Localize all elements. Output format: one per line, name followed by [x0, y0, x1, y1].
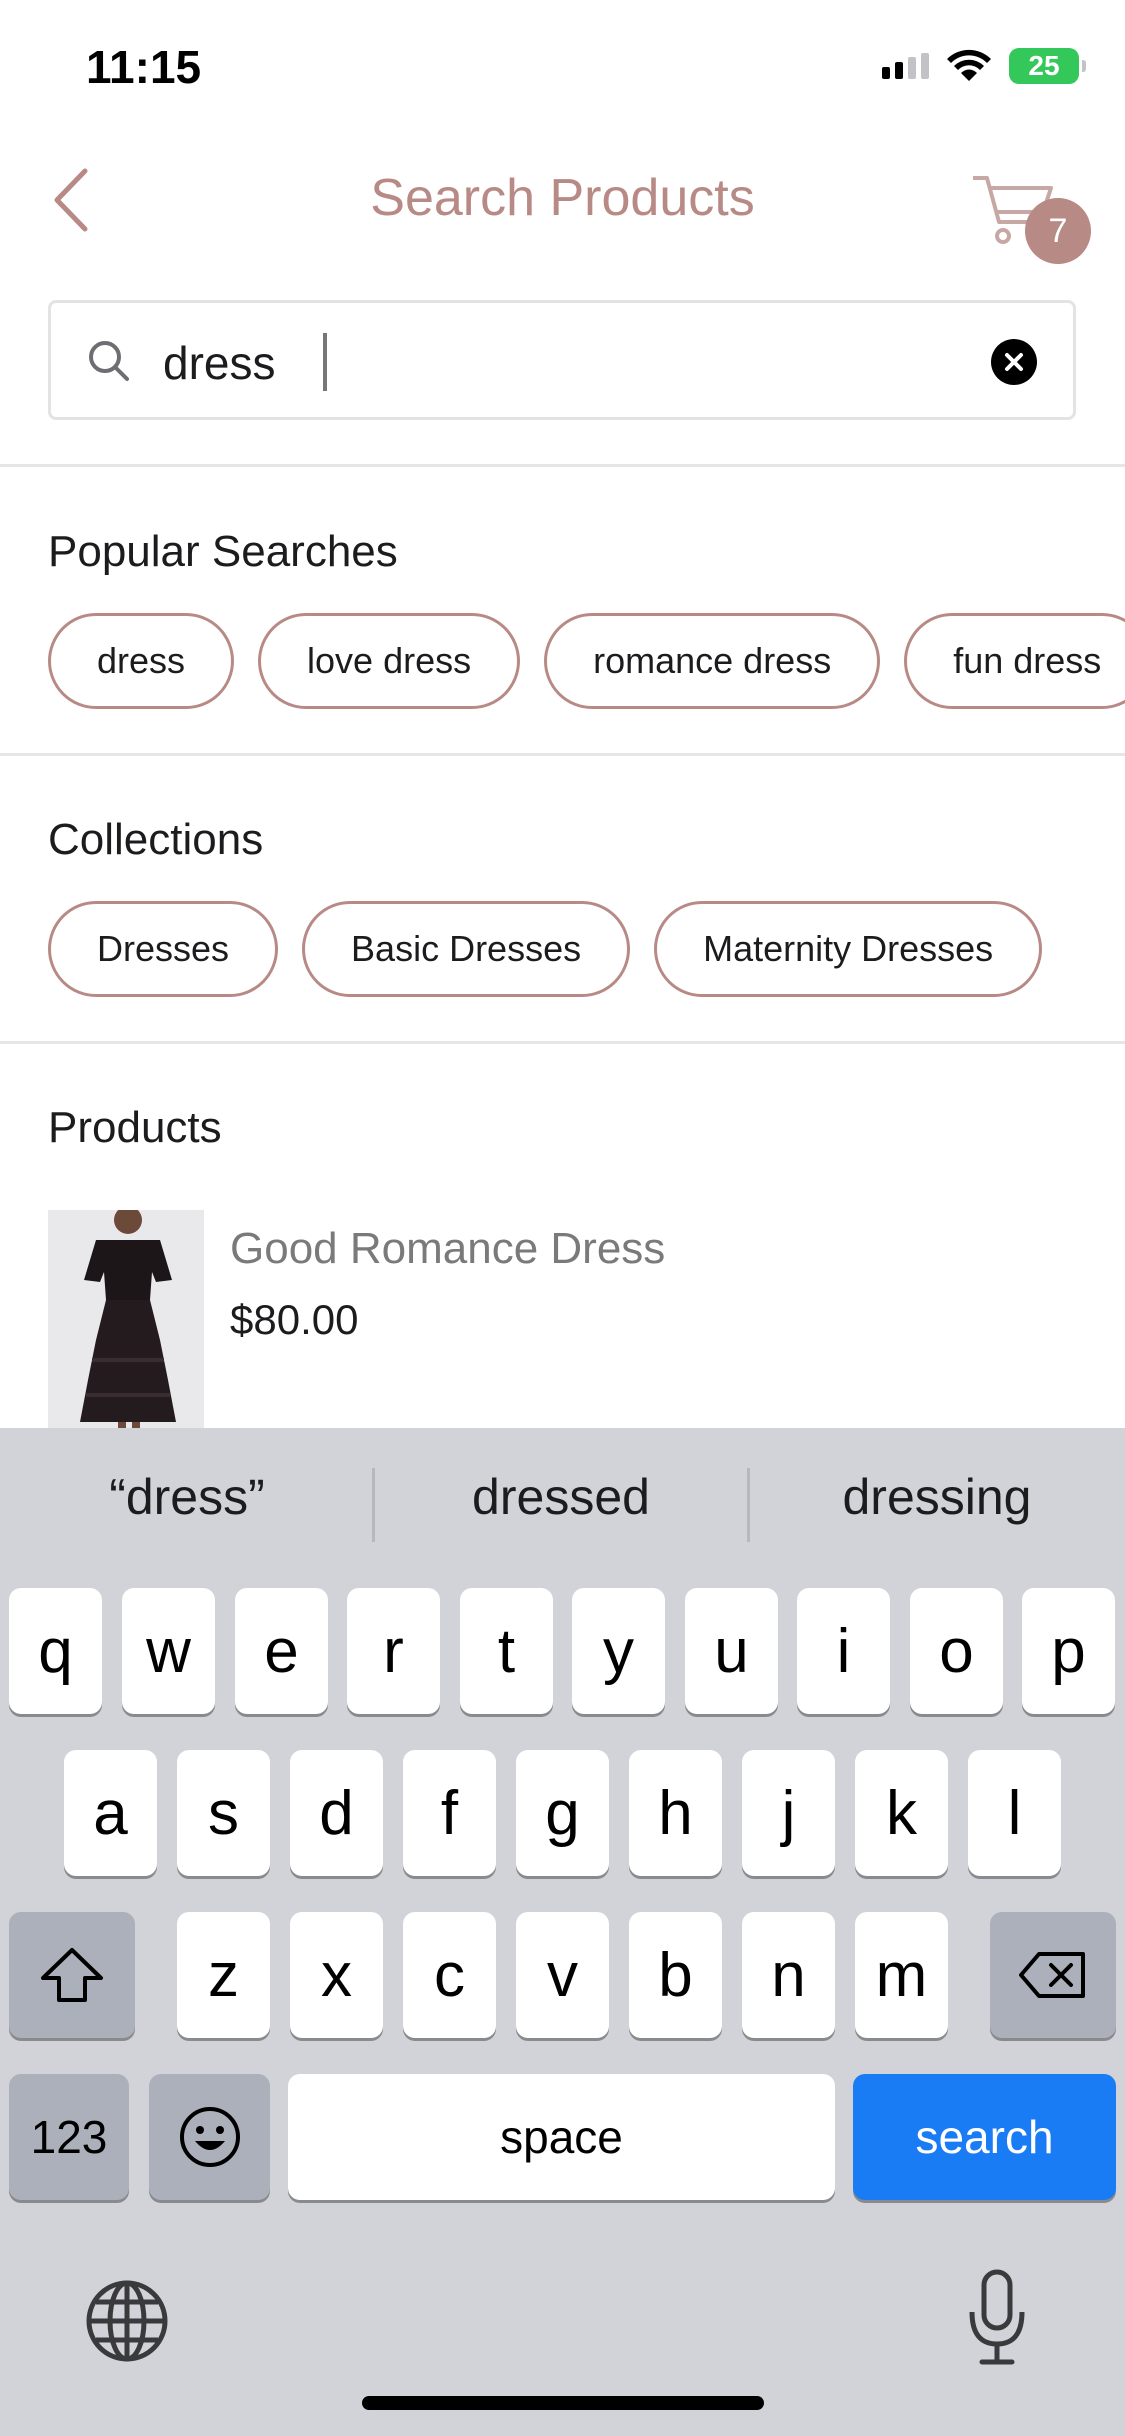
- key-p[interactable]: p: [1022, 1588, 1115, 1714]
- product-price: $80.00: [230, 1296, 359, 1343]
- globe-button[interactable]: [84, 2278, 170, 2364]
- key-n[interactable]: n: [742, 1912, 835, 2038]
- space-key[interactable]: space: [288, 2074, 835, 2200]
- key-m[interactable]: m: [855, 1912, 948, 2038]
- key-w[interactable]: w: [122, 1588, 215, 1714]
- key-v[interactable]: v: [516, 1912, 609, 2038]
- search-input[interactable]: [163, 331, 983, 395]
- chip-popular-search[interactable]: romance dress: [544, 613, 881, 709]
- backspace-icon: [1019, 1952, 1085, 1998]
- suggestion-item[interactable]: “dress”: [0, 1468, 374, 1526]
- shift-key[interactable]: [9, 1912, 135, 2038]
- chip-popular-search[interactable]: love dress: [258, 613, 521, 709]
- chip-popular-search[interactable]: fun dress: [904, 613, 1125, 709]
- cart-count-badge: 7: [1025, 198, 1091, 264]
- battery-charging-icon: 25: [1009, 48, 1086, 84]
- chip-collection[interactable]: Dresses: [48, 901, 279, 997]
- key-q[interactable]: q: [9, 1588, 102, 1714]
- key-f[interactable]: f: [403, 1750, 496, 1876]
- suggestion-item[interactable]: dressing: [750, 1468, 1124, 1526]
- divider: [0, 753, 1125, 756]
- keyboard-suggestions: “dress” dressed dressing: [0, 1428, 1125, 1578]
- search-key[interactable]: search: [853, 2074, 1116, 2200]
- key-d[interactable]: d: [290, 1750, 383, 1876]
- key-l[interactable]: l: [968, 1750, 1061, 1876]
- divider: [0, 464, 1125, 467]
- key-z[interactable]: z: [177, 1912, 270, 2038]
- key-h[interactable]: h: [629, 1750, 722, 1876]
- chip-collection[interactable]: Maternity Dresses: [654, 901, 1043, 997]
- wifi-icon: [947, 49, 991, 81]
- divider: [0, 1041, 1125, 1044]
- collections-chips: Dresses Basic Dresses Maternity Dresses: [48, 901, 1043, 997]
- key-e[interactable]: e: [235, 1588, 328, 1714]
- text-caret: [323, 333, 327, 391]
- home-indicator: [362, 2396, 764, 2410]
- key-y[interactable]: y: [572, 1588, 665, 1714]
- popular-searches-title: Popular Searches: [48, 527, 398, 576]
- suggestion-item[interactable]: dressed: [374, 1468, 748, 1526]
- shift-icon: [41, 1948, 103, 2002]
- key-a[interactable]: a: [64, 1750, 157, 1876]
- battery-level: 25: [1028, 50, 1060, 81]
- products-title: Products: [48, 1103, 222, 1152]
- numbers-key[interactable]: 123: [9, 2074, 129, 2200]
- status-bar: 11:15 25: [0, 0, 1125, 140]
- status-icons: 25: [882, 48, 1086, 84]
- header: Search Products 7: [0, 150, 1125, 264]
- popular-searches-chips: dress love dress romance dress fun dress: [48, 613, 1125, 709]
- key-b[interactable]: b: [629, 1912, 722, 2038]
- globe-icon: [86, 2280, 168, 2362]
- key-u[interactable]: u: [685, 1588, 778, 1714]
- product-image: [48, 1210, 204, 1430]
- emoji-icon: [179, 2107, 240, 2167]
- page-title: Search Products: [370, 169, 755, 227]
- chip-collection[interactable]: Basic Dresses: [302, 901, 631, 997]
- collections-title: Collections: [48, 815, 264, 864]
- signal-icon: [882, 53, 929, 79]
- emoji-key[interactable]: [149, 2074, 270, 2200]
- keyboard: “dress” dressed dressing q w e r t y u i…: [0, 1428, 1125, 2436]
- key-o[interactable]: o: [910, 1588, 1003, 1714]
- key-t[interactable]: t: [460, 1588, 553, 1714]
- key-i[interactable]: i: [797, 1588, 890, 1714]
- backspace-key[interactable]: [990, 1912, 1116, 2038]
- product-name: Good Romance Dress: [230, 1224, 666, 1273]
- key-g[interactable]: g: [516, 1750, 609, 1876]
- chip-popular-search[interactable]: dress: [48, 613, 235, 709]
- key-c[interactable]: c: [403, 1912, 496, 2038]
- microphone-icon: [969, 2269, 1025, 2365]
- search-box: [48, 300, 1076, 420]
- key-r[interactable]: r: [347, 1588, 440, 1714]
- key-j[interactable]: j: [742, 1750, 835, 1876]
- status-time: 11:15: [86, 41, 202, 93]
- product-item[interactable]: Good Romance Dress $80.00: [48, 1210, 1078, 1430]
- clear-search-button[interactable]: [991, 339, 1037, 385]
- key-s[interactable]: s: [177, 1750, 270, 1876]
- clear-icon: [1005, 353, 1023, 371]
- search-icon: [89, 341, 129, 381]
- microphone-button[interactable]: [966, 2268, 1028, 2368]
- key-k[interactable]: k: [855, 1750, 948, 1876]
- cart-button[interactable]: 7: [971, 158, 1091, 268]
- key-x[interactable]: x: [290, 1912, 383, 2038]
- dress-photo: [48, 1210, 204, 1430]
